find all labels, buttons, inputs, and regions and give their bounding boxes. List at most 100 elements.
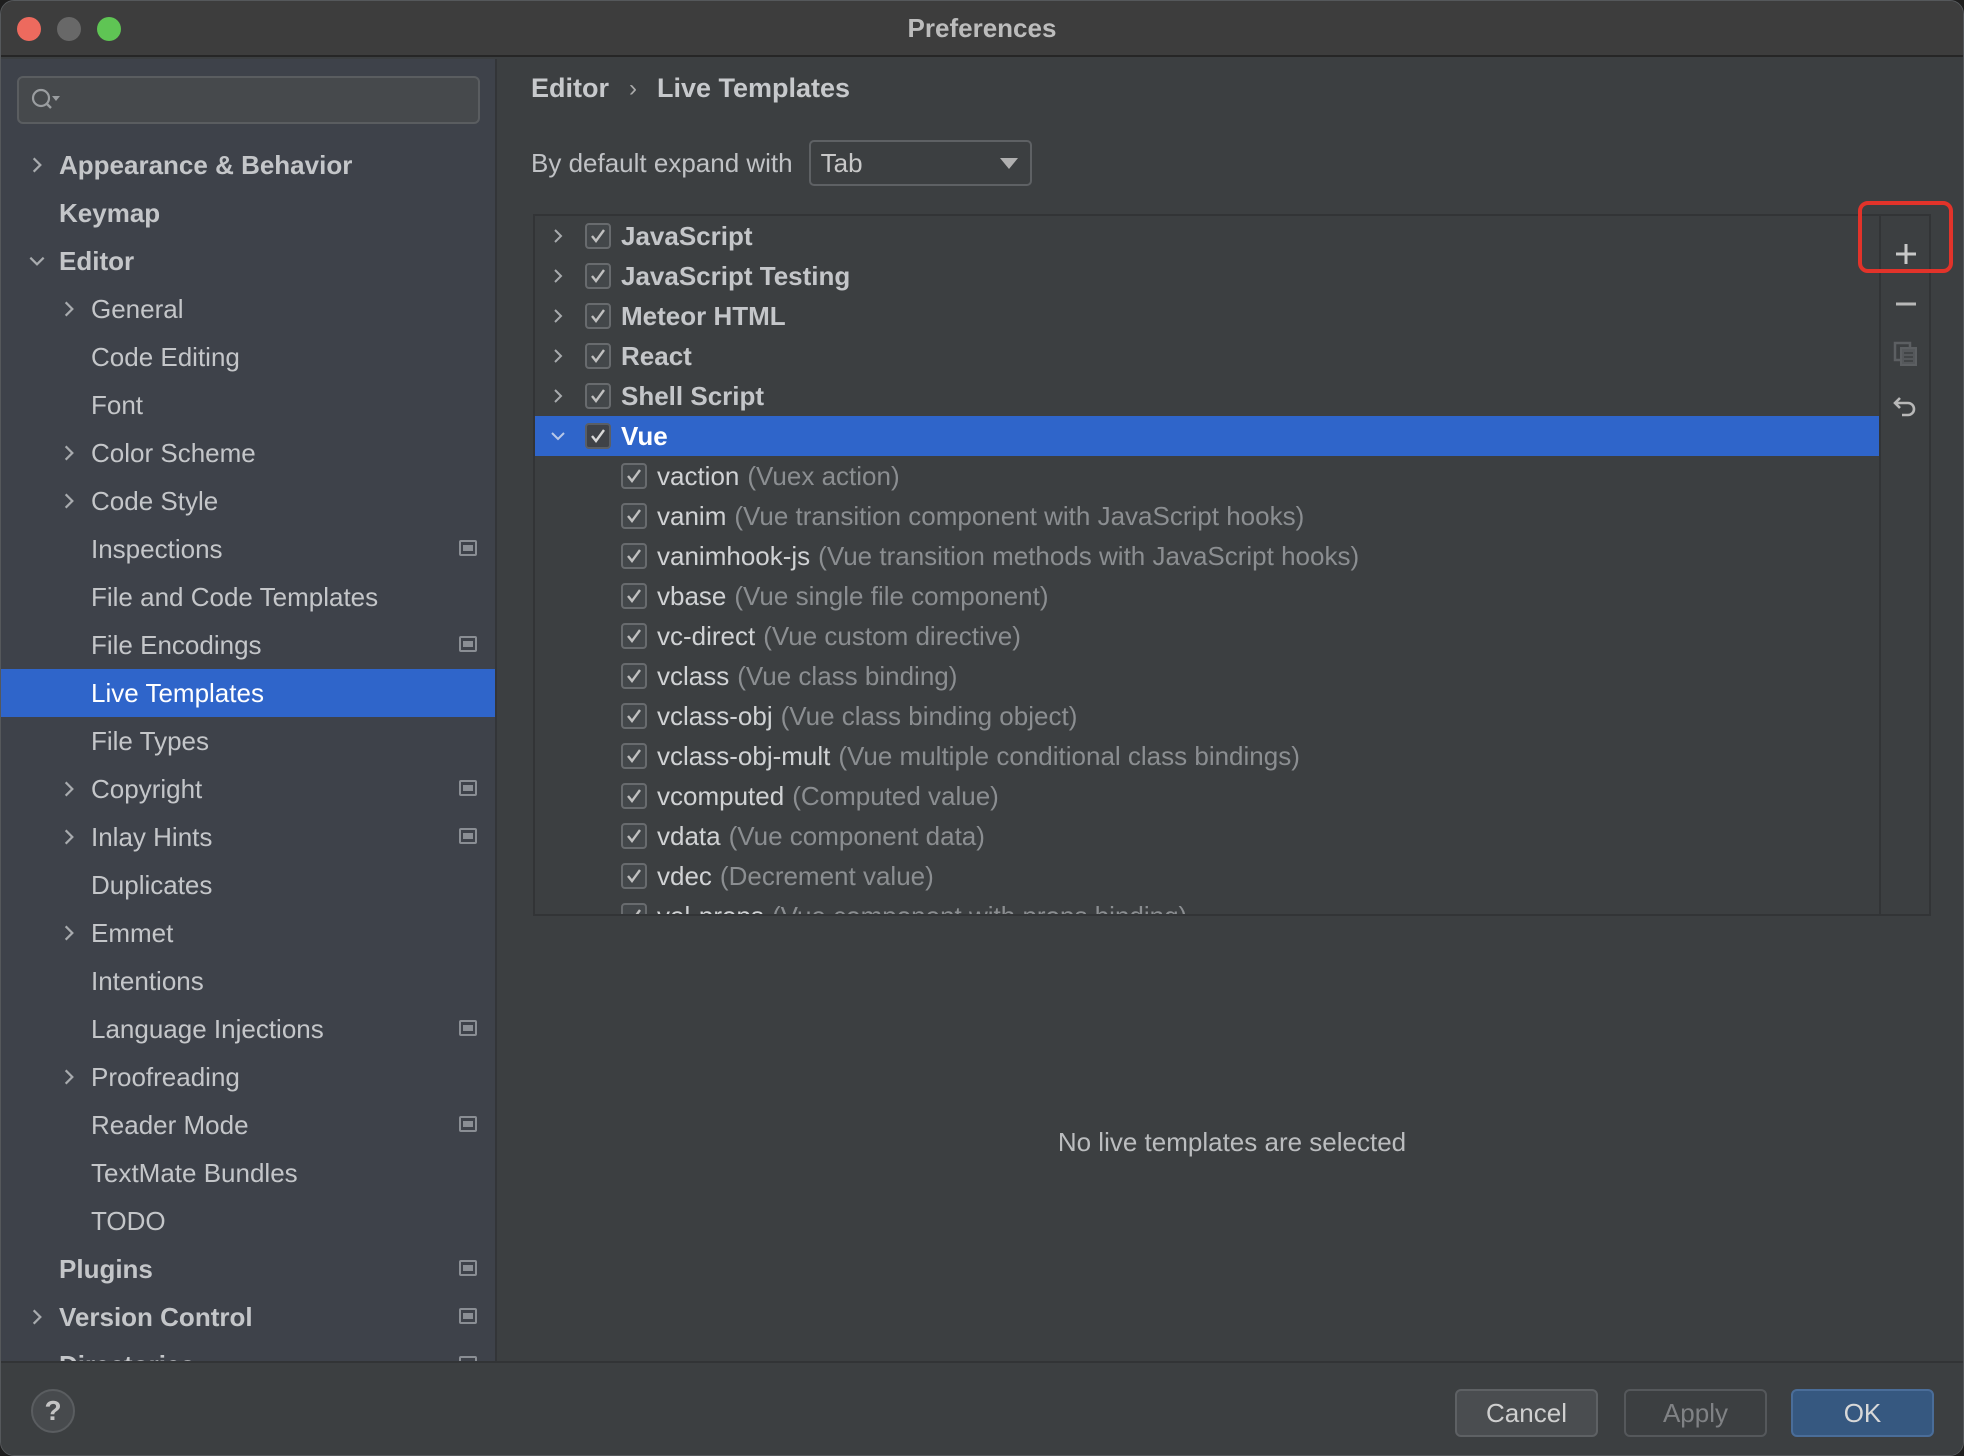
settings-search-input[interactable] xyxy=(73,84,463,116)
template-item-vcomputed[interactable]: vcomputed (Computed value) xyxy=(535,776,1879,816)
chevron-right-icon[interactable] xyxy=(549,347,567,365)
add-icon[interactable] xyxy=(1892,240,1920,268)
chevron-right-icon[interactable] xyxy=(549,307,567,325)
chevron-right-icon[interactable] xyxy=(59,827,79,847)
sidebar-item-emmet[interactable]: Emmet xyxy=(1,909,495,957)
sidebar-item-label: Reader Mode xyxy=(91,1109,249,1140)
template-description: (Vue transition methods with JavaScript … xyxy=(818,540,1360,571)
template-item-vaction[interactable]: vaction (Vuex action) xyxy=(535,456,1879,496)
enabled-checkbox[interactable] xyxy=(621,503,647,529)
chevron-down-icon[interactable] xyxy=(27,251,47,271)
enabled-checkbox[interactable] xyxy=(621,823,647,849)
checkmark-icon xyxy=(591,309,605,323)
template-group-react[interactable]: React xyxy=(535,336,1879,376)
enabled-checkbox[interactable] xyxy=(621,863,647,889)
chevron-right-icon[interactable] xyxy=(27,155,47,175)
sidebar-item-general[interactable]: General xyxy=(1,285,495,333)
sidebar-item-language-injections[interactable]: Language Injections xyxy=(1,1005,495,1053)
templates-toolbar xyxy=(1881,214,1931,916)
enabled-checkbox[interactable] xyxy=(585,343,611,369)
remove-icon[interactable] xyxy=(1892,290,1920,318)
template-group-javascript[interactable]: JavaScript xyxy=(535,216,1879,256)
enabled-checkbox[interactable] xyxy=(621,743,647,769)
sidebar-item-textmate-bundles[interactable]: TextMate Bundles xyxy=(1,1149,495,1197)
sidebar-item-keymap[interactable]: Keymap xyxy=(1,189,495,237)
template-item-vclass[interactable]: vclass (Vue class binding) xyxy=(535,656,1879,696)
sidebar-item-color-scheme[interactable]: Color Scheme xyxy=(1,429,495,477)
chevron-down-icon[interactable] xyxy=(549,427,567,445)
chevron-right-icon[interactable] xyxy=(549,267,567,285)
template-item-vclass-obj-mult[interactable]: vclass-obj-mult (Vue multiple conditional… xyxy=(535,736,1879,776)
apply-button[interactable]: Apply xyxy=(1624,1389,1767,1437)
sidebar-item-file-types[interactable]: File Types xyxy=(1,717,495,765)
sidebar-item-label: Inspections xyxy=(91,533,223,564)
sidebar-item-file-encodings[interactable]: File Encodings xyxy=(1,621,495,669)
sidebar-item-editor[interactable]: Editor xyxy=(1,237,495,285)
template-group-name: JavaScript Testing xyxy=(621,260,851,291)
sidebar-item-version-control[interactable]: Version Control xyxy=(1,1293,495,1341)
sidebar-item-file-and-code-templates[interactable]: File and Code Templates xyxy=(1,573,495,621)
settings-search-box[interactable] xyxy=(17,76,480,124)
sidebar-item-code-style[interactable]: Code Style xyxy=(1,477,495,525)
enabled-checkbox[interactable] xyxy=(621,583,647,609)
template-item-vanimhook-js[interactable]: vanimhook-js (Vue transition methods with… xyxy=(535,536,1879,576)
enabled-checkbox[interactable] xyxy=(621,783,647,809)
sidebar-item-copyright[interactable]: Copyright xyxy=(1,765,495,813)
sidebar-item-label: Color Scheme xyxy=(91,437,256,468)
copy-icon[interactable] xyxy=(1892,340,1920,368)
enabled-checkbox[interactable] xyxy=(621,623,647,649)
sidebar-item-proofreading[interactable]: Proofreading xyxy=(1,1053,495,1101)
undo-icon[interactable] xyxy=(1892,392,1920,420)
template-item-vc-direct[interactable]: vc-direct (Vue custom directive) xyxy=(535,616,1879,656)
expand-with-dropdown[interactable]: Tab xyxy=(808,140,1032,186)
chevron-right-icon[interactable] xyxy=(549,227,567,245)
sidebar-item-code-editing[interactable]: Code Editing xyxy=(1,333,495,381)
template-item-vdata[interactable]: vdata (Vue component data) xyxy=(535,816,1879,856)
sidebar-item-duplicates[interactable]: Duplicates xyxy=(1,861,495,909)
enabled-checkbox[interactable] xyxy=(621,703,647,729)
sidebar-item-label: Emmet xyxy=(91,917,174,948)
template-item-vel-props[interactable]: vel-props (Vue component with props bindi… xyxy=(535,896,1879,914)
enabled-checkbox[interactable] xyxy=(621,463,647,489)
enabled-checkbox[interactable] xyxy=(621,663,647,689)
breadcrumb-editor[interactable]: Editor xyxy=(531,73,609,104)
template-item-vanim[interactable]: vanim (Vue transition component with Java… xyxy=(535,496,1879,536)
enabled-checkbox[interactable] xyxy=(585,423,611,449)
chevron-right-icon[interactable] xyxy=(549,387,567,405)
template-item-vdec[interactable]: vdec (Decrement value) xyxy=(535,856,1879,896)
chevron-right-icon[interactable] xyxy=(59,491,79,511)
template-group-meteor-html[interactable]: Meteor HTML xyxy=(535,296,1879,336)
template-item-vclass-obj[interactable]: vclass-obj (Vue class binding object) xyxy=(535,696,1879,736)
sidebar-item-todo[interactable]: TODO xyxy=(1,1197,495,1245)
chevron-right-icon[interactable] xyxy=(59,299,79,319)
chevron-right-icon[interactable] xyxy=(59,923,79,943)
template-group-javascript-testing[interactable]: JavaScript Testing xyxy=(535,256,1879,296)
sidebar-item-inspections[interactable]: Inspections xyxy=(1,525,495,573)
sidebar-item-plugins[interactable]: Plugins xyxy=(1,1245,495,1293)
sidebar-item-font[interactable]: Font xyxy=(1,381,495,429)
template-group-shell-script[interactable]: Shell Script xyxy=(535,376,1879,416)
template-group-vue[interactable]: Vue xyxy=(535,416,1879,456)
sidebar-item-live-templates[interactable]: Live Templates xyxy=(1,669,495,717)
sidebar-item-appearance-and-behavior[interactable]: Appearance & Behavior xyxy=(1,141,495,189)
chevron-right-icon[interactable] xyxy=(27,1307,47,1327)
chevron-right-icon[interactable] xyxy=(59,779,79,799)
sidebar-item-directories[interactable]: Directories xyxy=(1,1341,495,1361)
sidebar-item-intentions[interactable]: Intentions xyxy=(1,957,495,1005)
sidebar-item-reader-mode[interactable]: Reader Mode xyxy=(1,1101,495,1149)
chevron-right-icon[interactable] xyxy=(59,1067,79,1087)
template-description: (Vue class binding) xyxy=(737,660,958,691)
help-button[interactable]: ? xyxy=(31,1389,75,1433)
enabled-checkbox[interactable] xyxy=(585,383,611,409)
chevron-right-icon[interactable] xyxy=(59,443,79,463)
template-item-vbase[interactable]: vbase (Vue single file component) xyxy=(535,576,1879,616)
enabled-checkbox[interactable] xyxy=(585,303,611,329)
sidebar-item-inlay-hints[interactable]: Inlay Hints xyxy=(1,813,495,861)
enabled-checkbox[interactable] xyxy=(585,223,611,249)
checkmark-icon xyxy=(591,429,605,443)
ok-button[interactable]: OK xyxy=(1791,1389,1934,1437)
enabled-checkbox[interactable] xyxy=(621,543,647,569)
enabled-checkbox[interactable] xyxy=(621,903,647,914)
enabled-checkbox[interactable] xyxy=(585,263,611,289)
cancel-button[interactable]: Cancel xyxy=(1455,1389,1598,1437)
